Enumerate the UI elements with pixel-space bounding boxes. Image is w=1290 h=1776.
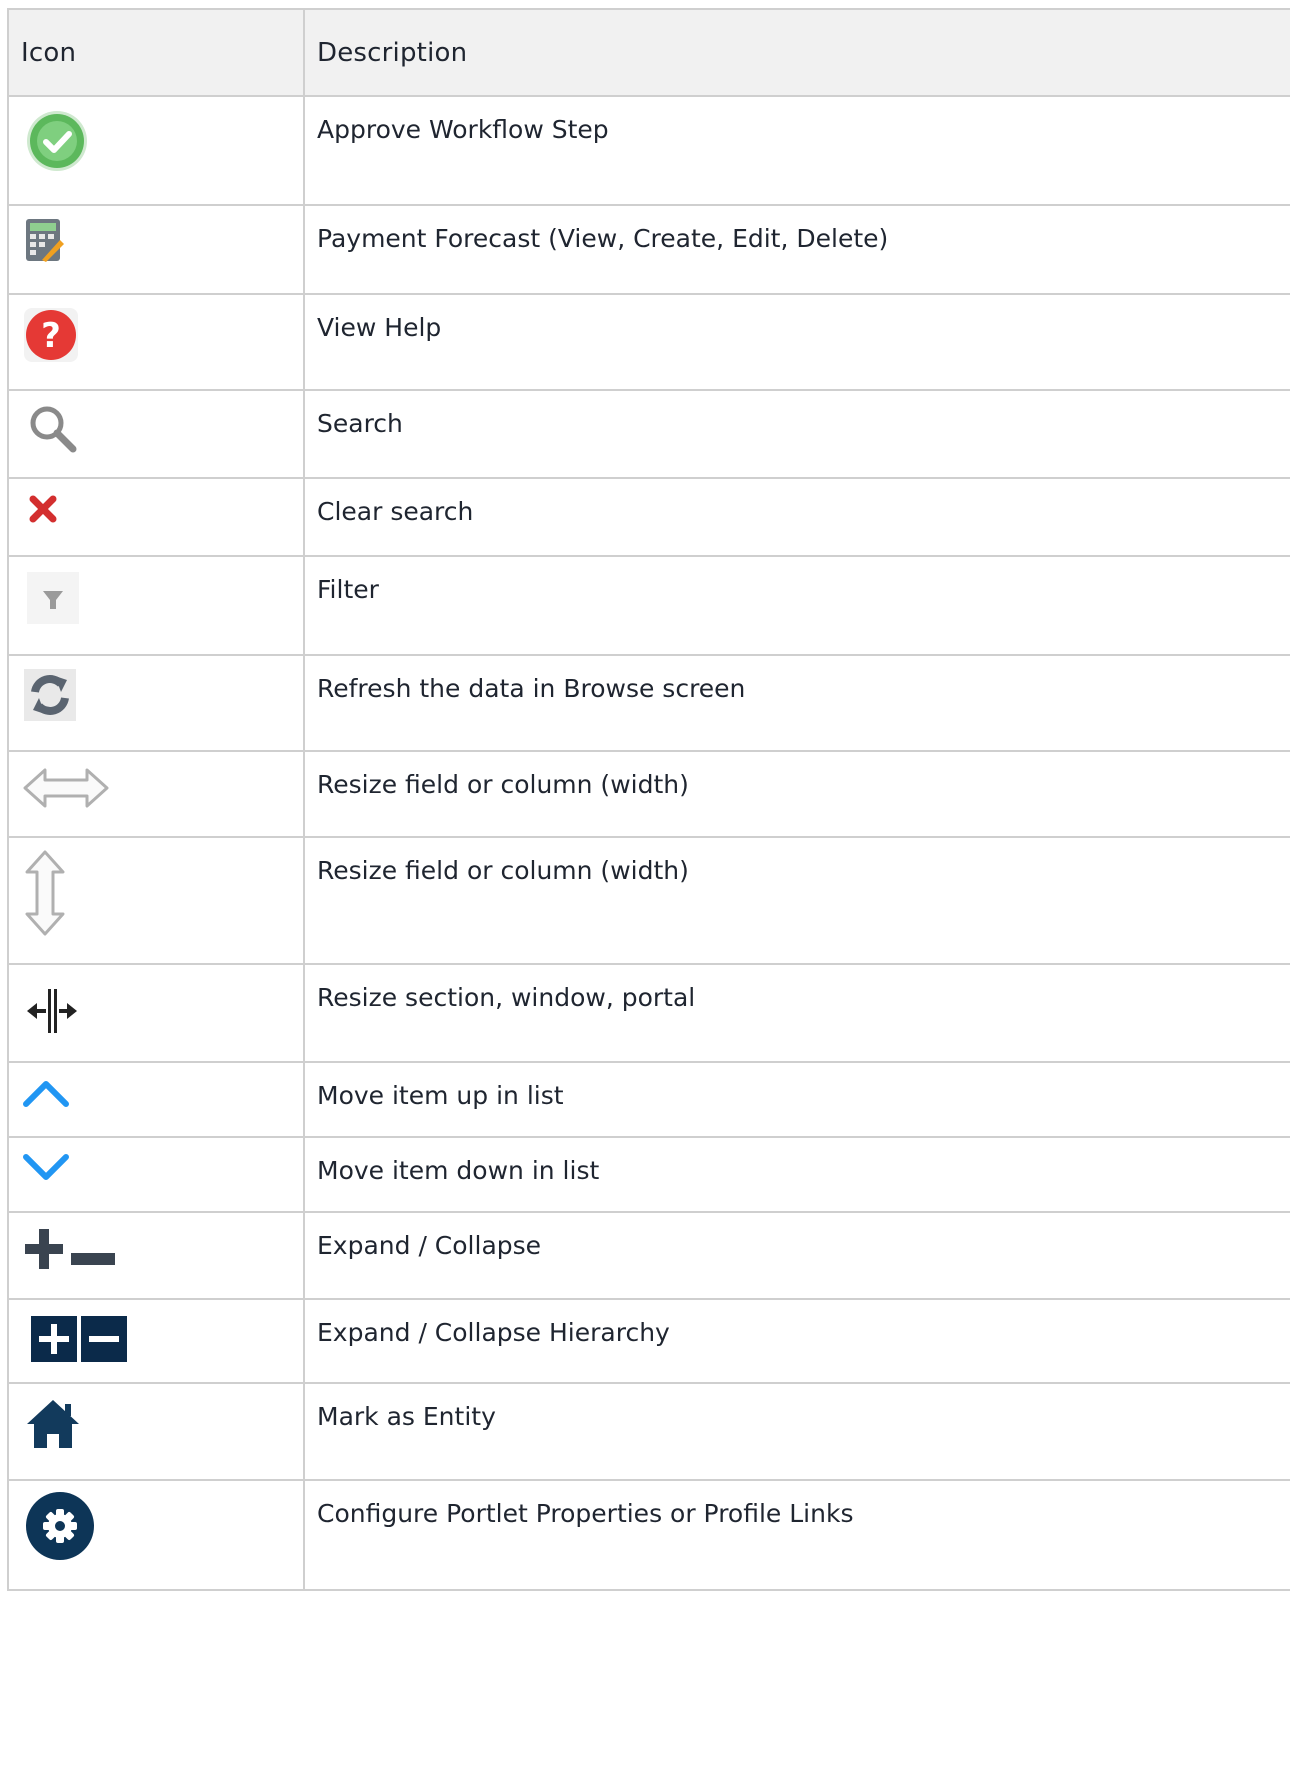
table-row: Expand / Collapse Hierarchy xyxy=(7,1298,1290,1384)
gear-icon xyxy=(26,1492,94,1560)
table-row: Refresh the data in Browse screen xyxy=(7,654,1290,752)
table-row: Move item down in list xyxy=(7,1136,1290,1213)
table-row: Filter xyxy=(7,555,1290,656)
table-row: Move item up in list xyxy=(7,1061,1290,1138)
row-description: Expand / Collapse xyxy=(303,1211,1290,1300)
row-description: View Help xyxy=(303,293,1290,391)
horizontal-resize-arrow-icon xyxy=(23,768,109,808)
row-description: Move item up in list xyxy=(303,1061,1290,1138)
calculator-icon xyxy=(26,219,64,262)
search-icon xyxy=(30,406,77,453)
row-description: Resize section, window, portal xyxy=(303,963,1290,1063)
table-row: ? View Help xyxy=(7,293,1290,391)
table-row: Resize field or column (width) xyxy=(7,750,1290,838)
refresh-icon xyxy=(24,669,76,721)
approve-check-icon xyxy=(27,111,87,171)
row-description: Filter xyxy=(303,555,1290,656)
row-description: Configure Portlet Properties or Profile … xyxy=(303,1479,1290,1591)
row-description: Mark as Entity xyxy=(303,1382,1290,1481)
clear-search-x-icon xyxy=(29,495,57,523)
table-row: Approve Workflow Step xyxy=(7,95,1290,206)
plus-minus-boxed-icon xyxy=(31,1316,127,1362)
table-row: Search xyxy=(7,389,1290,479)
table-row: Resize field or column (width) xyxy=(7,836,1290,965)
row-description: Clear search xyxy=(303,477,1290,557)
vertical-resize-arrow-icon xyxy=(25,850,65,936)
header-description: Description xyxy=(303,8,1290,97)
split-resize-icon xyxy=(27,989,77,1033)
chevron-up-icon xyxy=(23,1081,69,1107)
row-description: Search xyxy=(303,389,1290,479)
house-icon xyxy=(27,1400,79,1448)
row-description: Resize field or column (width) xyxy=(303,750,1290,838)
table-row: Expand / Collapse xyxy=(7,1211,1290,1300)
table-header-row: Icon Description xyxy=(7,8,1290,97)
row-description: Payment Forecast (View, Create, Edit, De… xyxy=(303,204,1290,295)
row-description: Expand / Collapse Hierarchy xyxy=(303,1298,1290,1384)
row-description: Approve Workflow Step xyxy=(303,95,1290,206)
table-row: Configure Portlet Properties or Profile … xyxy=(7,1479,1290,1591)
row-description: Refresh the data in Browse screen xyxy=(303,654,1290,752)
header-icon: Icon xyxy=(7,8,305,97)
row-description: Resize field or column (width) xyxy=(303,836,1290,965)
row-description: Move item down in list xyxy=(303,1136,1290,1213)
chevron-down-icon xyxy=(23,1154,69,1180)
filter-icon xyxy=(27,572,79,624)
table-row: Mark as Entity xyxy=(7,1382,1290,1481)
icon-reference-table: Icon Description Approve Workflow Step P… xyxy=(7,8,1290,1591)
table-row: Resize section, window, portal xyxy=(7,963,1290,1063)
table-row: Payment Forecast (View, Create, Edit, De… xyxy=(7,204,1290,295)
svg-text:?: ? xyxy=(41,316,61,356)
help-icon: ? xyxy=(24,308,78,362)
table-row: Clear search xyxy=(7,477,1290,557)
plus-minus-icon xyxy=(25,1229,115,1269)
